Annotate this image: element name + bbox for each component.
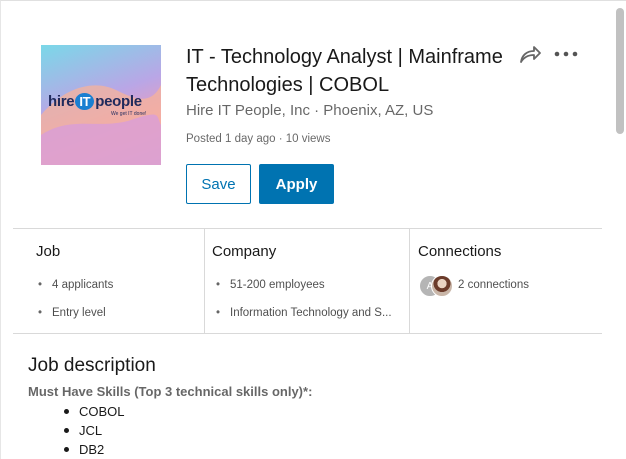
list-item: JCL (62, 421, 125, 440)
connections-heading: Connections (418, 243, 502, 260)
list-item: DB2 (62, 440, 125, 459)
apply-button[interactable]: Apply (259, 164, 334, 204)
logo-wordmark: hire IT people (48, 93, 142, 110)
company-insights-column: Company • 51-200 employees • Information T… (204, 229, 409, 333)
list-item: COBOL (62, 402, 125, 421)
more-dots-icon[interactable] (554, 43, 578, 65)
job-insights-grid: Job • 4 applicants • Entry level Company •… (13, 228, 602, 334)
scrollbar-thumb[interactable] (616, 8, 624, 134)
save-button[interactable]: Save (186, 164, 251, 204)
skills-heading: Must Have Skills (Top 3 technical skills… (28, 384, 313, 399)
scrollbar[interactable] (614, 4, 624, 456)
applicants-count: • 4 applicants (38, 279, 114, 291)
posted-meta: Posted 1 day ago · 10 views (186, 133, 331, 145)
logo-tagline: We get IT done! (111, 111, 147, 117)
job-description-heading: Job description (28, 355, 156, 376)
company-location: Hire IT People, Inc · Phoenix, AZ, US (186, 102, 434, 119)
connections-count[interactable]: 2 connections (458, 279, 529, 291)
skills-list: COBOL JCL DB2 (62, 402, 125, 459)
job-title: IT - Technology Analyst | Mainframe Tech… (186, 46, 503, 96)
company-industry: • Information Technology and S... (216, 307, 392, 319)
avatar[interactable] (431, 275, 453, 297)
company-insights-heading: Company (212, 243, 277, 260)
seniority-level: • Entry level (38, 307, 106, 319)
connection-avatars[interactable]: A (419, 275, 455, 297)
share-arrow-icon[interactable] (518, 43, 542, 65)
connections-column[interactable]: Connections A 2 connections (409, 229, 602, 333)
job-insights-heading: Job (36, 243, 61, 260)
job-insights-column: Job • 4 applicants • Entry level (13, 229, 204, 333)
company-size: • 51-200 employees (216, 279, 325, 291)
company-logo[interactable]: hire IT people We get IT done! (41, 45, 161, 165)
